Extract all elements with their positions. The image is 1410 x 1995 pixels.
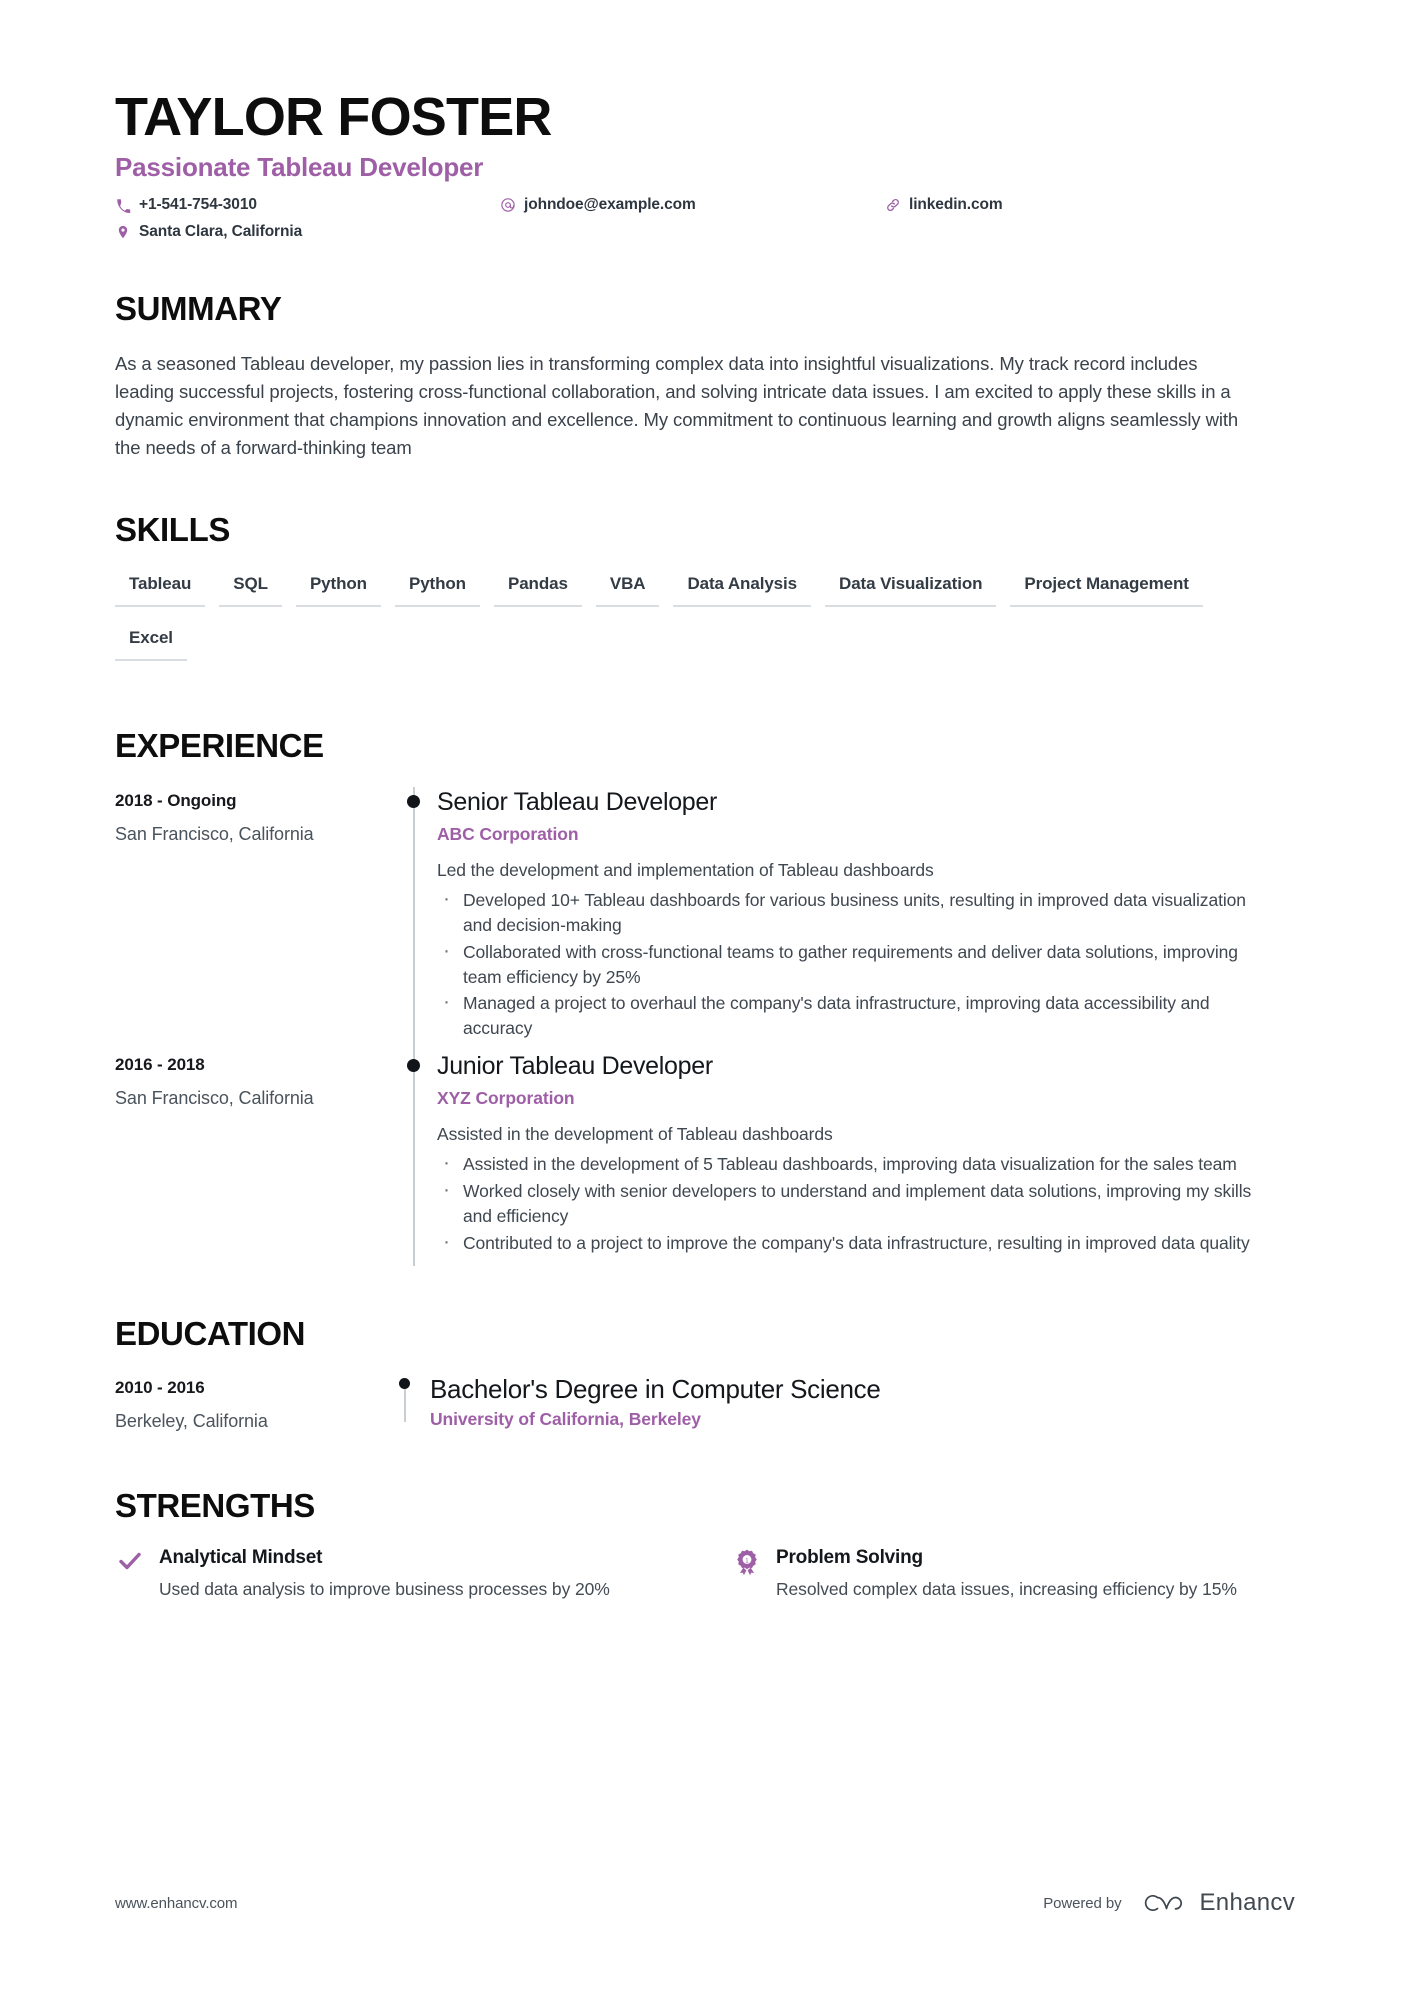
experience-location: San Francisco, California <box>115 823 314 844</box>
experience-bullets: Developed 10+ Tableau dashboards for var… <box>437 884 1295 1041</box>
resume-header: TAYLOR FOSTER Passionate Tableau Develop… <box>115 88 1295 241</box>
experience-company: XYZ Corporation <box>437 1088 575 1109</box>
education-institution: University of California, Berkeley <box>430 1409 701 1430</box>
experience-meta: 2018 - Ongoing San Francisco, California <box>115 787 392 1051</box>
job-role-subtitle: Passionate Tableau Developer <box>115 152 484 183</box>
experience-bullet: Developed 10+ Tableau dashboards for var… <box>437 884 1257 938</box>
footer-branding: Powered by Enhancv <box>1043 1889 1295 1917</box>
section-title-summary: SUMMARY <box>115 290 282 328</box>
strength-text: Analytical Mindset Used data analysis to… <box>159 1547 610 1602</box>
experience-job-title: Senior Tableau Developer <box>437 787 718 816</box>
contact-location-text: Santa Clara, California <box>139 223 303 241</box>
resume-page: TAYLOR FOSTER Passionate Tableau Develop… <box>0 0 1410 1995</box>
strength-title: Problem Solving <box>776 1546 923 1568</box>
skill-chip: Excel <box>115 624 187 662</box>
powered-by-label: Powered by <box>1043 1894 1122 1912</box>
experience-date: 2016 - 2018 <box>115 1055 205 1075</box>
experience-bullet: Assisted in the development of 5 Tableau… <box>437 1148 1257 1177</box>
skills-list: Tableau SQL Python Python Pandas VBA Dat… <box>115 570 1265 678</box>
skill-chip: Python <box>295 570 381 608</box>
experience-date: 2018 - Ongoing <box>115 790 237 810</box>
link-icon <box>885 197 901 213</box>
strength-description: Used data analysis to improve business p… <box>159 1578 610 1599</box>
experience-description: Led the development and implementation o… <box>437 859 934 880</box>
education-entry: 2010 - 2016 Berkeley, California Bachelo… <box>115 1374 1295 1438</box>
strength-item: Analytical Mindset Used data analysis to… <box>115 1547 660 1602</box>
timeline-rail <box>392 1051 437 1266</box>
contact-linkedin-text: linkedin.com <box>909 196 1003 214</box>
contact-linkedin[interactable]: linkedin.com <box>885 196 1035 214</box>
strengths-list: Analytical Mindset Used data analysis to… <box>115 1547 1295 1602</box>
summary-text: As a seasoned Tableau developer, my pass… <box>115 352 1239 458</box>
experience-job-title: Junior Tableau Developer <box>437 1052 713 1081</box>
contact-email[interactable]: johndoe@example.com <box>500 196 885 214</box>
experience-bullet: Contributed to a project to improve the … <box>437 1227 1257 1256</box>
strength-title: Analytical Mindset <box>159 1546 323 1568</box>
experience-bullet: Managed a project to overhaul the compan… <box>437 987 1257 1041</box>
skill-chip: SQL <box>219 570 282 608</box>
phone-icon <box>115 197 131 213</box>
section-strengths: STRENGTHS Analytical Mindset Used data a… <box>115 1488 1295 1601</box>
contact-phone[interactable]: +1-541-754-3010 <box>115 196 500 214</box>
footer-website-url[interactable]: www.enhancv.com <box>115 1895 238 1912</box>
timeline-dot <box>407 794 420 808</box>
experience-company: ABC Corporation <box>437 823 579 844</box>
experience-meta: 2016 - 2018 San Francisco, California <box>115 1051 392 1266</box>
strength-item: 1 Problem Solving Resolved complex data … <box>732 1547 1277 1602</box>
enhancv-brand-name: Enhancv <box>1199 1889 1295 1916</box>
experience-body: Junior Tableau Developer XYZ Corporation… <box>437 1051 1295 1266</box>
education-date: 2010 - 2016 <box>115 1378 205 1398</box>
experience-bullet: Collaborated with cross-functional teams… <box>437 936 1257 990</box>
experience-bullet: Worked closely with senior developers to… <box>437 1175 1257 1229</box>
section-title-experience: EXPERIENCE <box>115 727 324 765</box>
section-experience: EXPERIENCE 2018 - Ongoing San Francisco,… <box>115 727 1295 1266</box>
skill-chip: Data Visualization <box>825 570 997 608</box>
contact-phone-text: +1-541-754-3010 <box>139 196 257 214</box>
timeline-dot <box>399 1378 410 1390</box>
page-title: TAYLOR FOSTER <box>115 87 552 147</box>
strength-description: Resolved complex data issues, increasing… <box>776 1578 1237 1599</box>
contact-email-text: johndoe@example.com <box>524 196 696 214</box>
skill-chip: VBA <box>595 570 660 608</box>
check-icon <box>115 1547 145 1577</box>
timeline-rail <box>392 786 437 1052</box>
location-icon <box>115 224 131 240</box>
experience-description: Assisted in the development of Tableau d… <box>437 1124 833 1145</box>
experience-body: Senior Tableau Developer ABC Corporation… <box>437 787 1295 1051</box>
strength-text: Problem Solving Resolved complex data is… <box>776 1547 1237 1602</box>
section-education: EDUCATION 2010 - 2016 Berkeley, Californ… <box>115 1314 1295 1438</box>
skill-chip: Tableau <box>115 570 206 608</box>
timeline-line <box>413 786 415 1052</box>
skill-chip: Project Management <box>1010 570 1203 608</box>
skill-chip: Data Analysis <box>673 570 812 608</box>
contact-location: Santa Clara, California <box>115 223 500 241</box>
award-icon: 1 <box>732 1547 762 1577</box>
section-summary: SUMMARY As a seasoned Tableau developer,… <box>115 291 1295 462</box>
education-degree: Bachelor's Degree in Computer Science <box>430 1374 881 1405</box>
experience-location: San Francisco, California <box>115 1088 314 1109</box>
education-meta: 2010 - 2016 Berkeley, California <box>115 1374 392 1438</box>
enhancv-logo-icon <box>1137 1889 1185 1917</box>
education-location: Berkeley, California <box>115 1411 268 1432</box>
timeline-dot <box>407 1059 420 1073</box>
section-title-education: EDUCATION <box>115 1314 306 1352</box>
skill-chip: Python <box>394 570 480 608</box>
email-icon <box>500 197 516 213</box>
experience-entry: 2016 - 2018 San Francisco, California Ju… <box>115 1051 1295 1266</box>
skill-chip: Pandas <box>493 570 582 608</box>
education-body: Bachelor's Degree in Computer Science Un… <box>430 1374 1295 1438</box>
experience-entry: 2018 - Ongoing San Francisco, California… <box>115 786 1295 1052</box>
page-footer: www.enhancv.com Powered by Enhancv <box>115 1889 1295 1917</box>
section-skills: SKILLS Tableau SQL Python Python Pandas … <box>115 511 1295 678</box>
contact-info: +1-541-754-3010 johndoe@example.com link… <box>115 196 1035 241</box>
section-title-strengths: STRENGTHS <box>115 1487 315 1525</box>
section-title-skills: SKILLS <box>115 511 230 549</box>
timeline-rail <box>392 1374 430 1438</box>
timeline-line <box>413 1051 415 1266</box>
experience-bullets: Assisted in the development of 5 Tableau… <box>437 1148 1295 1256</box>
